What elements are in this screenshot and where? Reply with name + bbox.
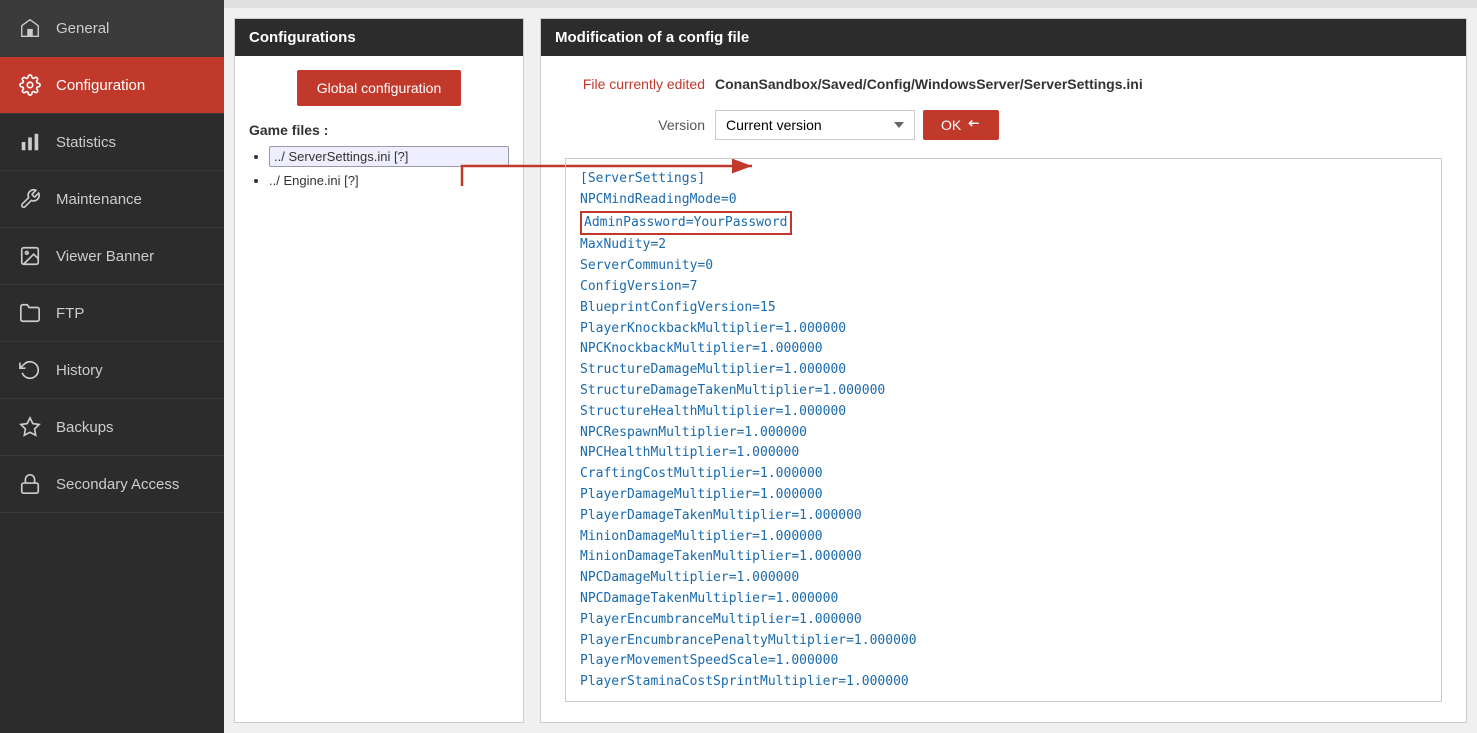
sidebar-item-statistics-label: Statistics: [56, 134, 116, 151]
sidebar-item-maintenance-label: Maintenance: [56, 191, 142, 208]
folder-icon: [16, 299, 44, 327]
game-files-label: Game files :: [249, 122, 509, 138]
sidebar-item-configuration[interactable]: Configuration: [0, 57, 224, 114]
file-content-area[interactable]: [ServerSettings]NPCMindReadingMode=0Admi…: [565, 158, 1442, 702]
sidebar-item-statistics[interactable]: Statistics: [0, 114, 224, 171]
mod-panel-header: Modification of a config file: [541, 19, 1466, 56]
sidebar-item-ftp[interactable]: FTP: [0, 285, 224, 342]
history-icon: [16, 356, 44, 384]
sidebar-item-history-label: History: [56, 362, 103, 379]
file-list: ../ ServerSettings.ini [?] ../ Engine.in…: [249, 146, 509, 188]
sidebar-item-viewer-banner[interactable]: Viewer Banner: [0, 228, 224, 285]
sidebar-item-viewer-banner-label: Viewer Banner: [56, 248, 154, 265]
file-list-item-serversettings[interactable]: ../ ServerSettings.ini [?]: [269, 146, 509, 167]
sidebar-item-maintenance[interactable]: Maintenance: [0, 171, 224, 228]
backup-icon: [16, 413, 44, 441]
content-area: Configurations Global configuration Game…: [224, 8, 1477, 733]
mod-panel: Modification of a config file File curre…: [540, 18, 1467, 723]
main-content: Configurations Global configuration Game…: [224, 0, 1477, 733]
image-icon: [16, 242, 44, 270]
config-panel-header: Configurations: [235, 19, 523, 56]
version-row: Version Current version OK: [565, 110, 1442, 140]
sidebar-item-ftp-label: FTP: [56, 305, 84, 322]
file-path: ConanSandbox/Saved/Config/WindowsServer/…: [715, 76, 1143, 92]
ok-icon: [967, 118, 981, 132]
config-panel: Configurations Global configuration Game…: [234, 18, 524, 723]
sidebar-item-general-label: General: [56, 20, 109, 37]
sidebar-item-history[interactable]: History: [0, 342, 224, 399]
file-label: File currently edited: [565, 76, 705, 92]
topbar: [224, 0, 1477, 8]
config-icon: [16, 71, 44, 99]
sidebar-item-configuration-label: Configuration: [56, 77, 145, 94]
sidebar-item-general[interactable]: General: [0, 0, 224, 57]
sidebar: General Configuration Statistics Mainten…: [0, 0, 224, 733]
maintenance-icon: [16, 185, 44, 213]
version-select[interactable]: Current version: [715, 110, 915, 140]
ok-button[interactable]: OK: [923, 110, 999, 140]
stats-icon: [16, 128, 44, 156]
lock-icon: [16, 470, 44, 498]
file-info-row: File currently edited ConanSandbox/Saved…: [565, 76, 1442, 92]
sidebar-item-secondary-access[interactable]: Secondary Access: [0, 456, 224, 513]
sidebar-item-backups[interactable]: Backups: [0, 399, 224, 456]
mod-panel-body: File currently edited ConanSandbox/Saved…: [541, 56, 1466, 722]
config-panel-body: Global configuration Game files : ../ Se…: [235, 56, 523, 722]
sidebar-item-secondary-access-label: Secondary Access: [56, 476, 179, 493]
file-list-item-engine[interactable]: ../ Engine.ini [?]: [269, 173, 509, 188]
global-config-button[interactable]: Global configuration: [297, 70, 462, 106]
version-label: Version: [565, 117, 705, 133]
home-icon: [16, 14, 44, 42]
sidebar-item-backups-label: Backups: [56, 419, 114, 436]
